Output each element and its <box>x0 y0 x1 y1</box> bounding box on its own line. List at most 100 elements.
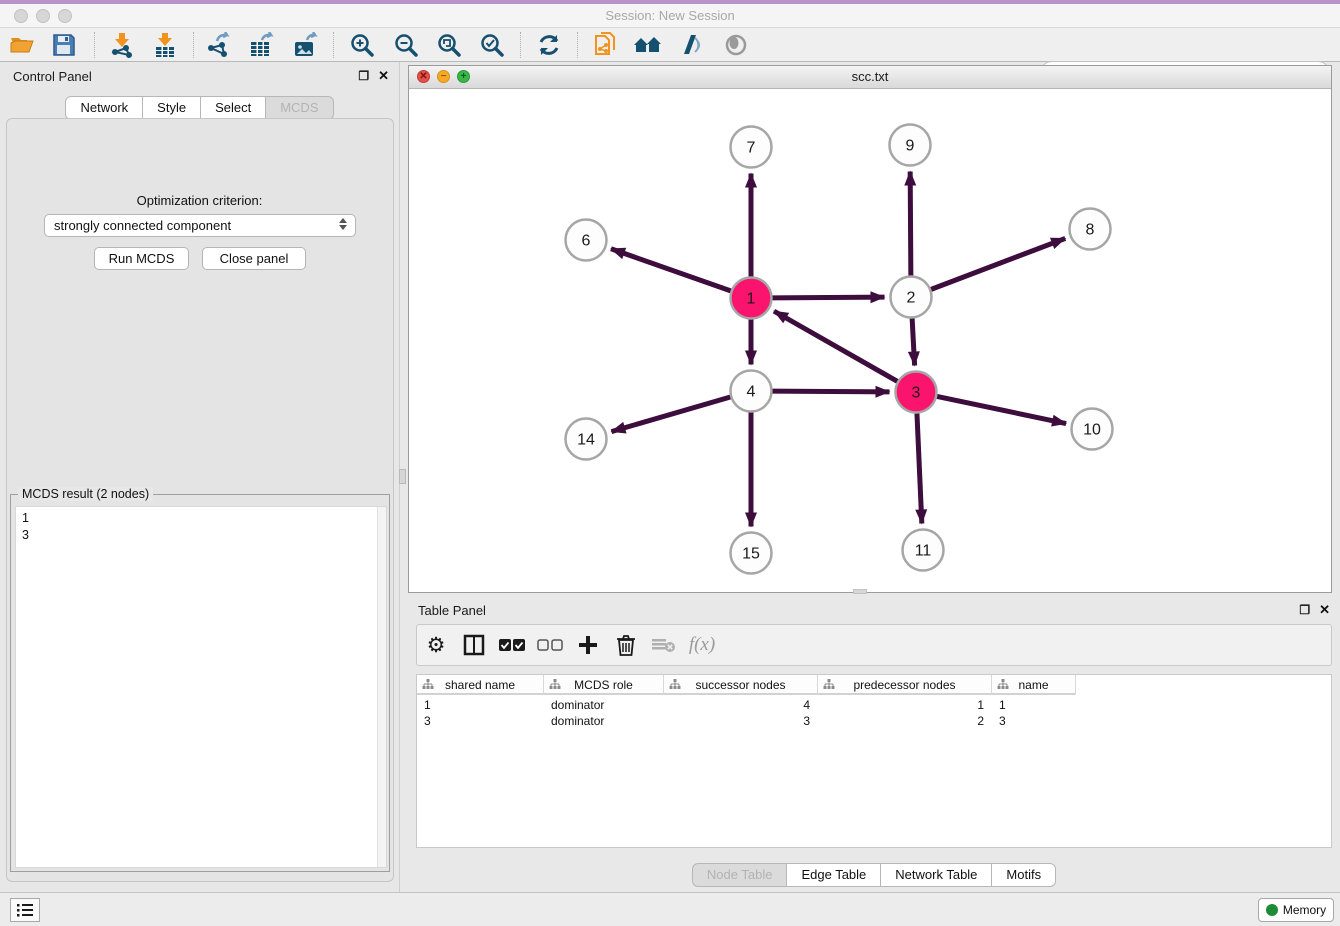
network-canvas[interactable]: 7 9 6 8 1 2 4 3 14 10 15 11 <box>409 89 1331 592</box>
zoom-selected-icon[interactable] <box>477 31 507 59</box>
edge-2-8[interactable] <box>931 238 1065 289</box>
tab-motifs[interactable]: Motifs <box>992 863 1056 887</box>
edge-3-10[interactable] <box>937 396 1066 423</box>
close-panel-button[interactable]: Close panel <box>202 247 306 270</box>
node-14[interactable]: 14 <box>566 419 607 460</box>
splitter-handle-horizontal[interactable] <box>853 589 867 594</box>
tab-network[interactable]: Network <box>65 96 143 120</box>
zoom-fit-icon[interactable] <box>434 31 464 59</box>
memory-button-label: Memory <box>1283 903 1326 917</box>
delete-table-icon[interactable] <box>645 627 683 663</box>
birds-eye-view-icon[interactable] <box>721 31 751 59</box>
edge-3-1[interactable] <box>774 311 897 381</box>
network-window-titlebar[interactable]: ✕ − + scc.txt <box>409 66 1331 89</box>
zoom-out-icon[interactable] <box>391 31 421 59</box>
svg-text:2: 2 <box>907 290 916 307</box>
cell-successor-nodes[interactable]: 4 <box>664 697 818 713</box>
column-header-shared-name[interactable]: shared name <box>417 675 544 695</box>
memory-button[interactable]: Memory <box>1258 898 1334 922</box>
save-session-icon[interactable] <box>49 31 79 59</box>
table-toolbar: ⚙ f(x) <box>416 624 1332 666</box>
edge-3-11[interactable] <box>917 413 922 523</box>
tab-network-table[interactable]: Network Table <box>881 863 992 887</box>
zoom-in-icon[interactable] <box>347 31 377 59</box>
table-row[interactable]: 3dominator323 <box>417 713 1076 729</box>
cell-name[interactable]: 3 <box>992 713 1076 729</box>
tab-node-table[interactable]: Node Table <box>692 863 788 887</box>
splitter-handle-vertical[interactable] <box>399 469 406 484</box>
column-header-MCDS-role[interactable]: MCDS role <box>544 675 664 695</box>
table-panel-title: Table Panel <box>418 603 486 618</box>
node-7[interactable]: 7 <box>731 127 772 168</box>
node-11[interactable]: 11 <box>903 530 944 571</box>
table-row[interactable]: 1dominator411 <box>417 697 1076 713</box>
svg-text:10: 10 <box>1083 422 1101 439</box>
toolbar-separator <box>193 32 194 58</box>
column-header-predecessor-nodes[interactable]: predecessor nodes <box>818 675 992 695</box>
tab-style[interactable]: Style <box>143 96 201 120</box>
edge-1-6[interactable] <box>611 249 731 291</box>
close-table-panel-icon[interactable]: ✕ <box>1319 602 1330 618</box>
import-network-icon[interactable] <box>107 31 137 59</box>
export-table-icon[interactable] <box>246 31 276 59</box>
node-2[interactable]: 2 <box>891 277 932 318</box>
svg-text:7: 7 <box>747 140 756 157</box>
edge-2-3[interactable] <box>912 318 914 365</box>
criterion-dropdown[interactable]: strongly connected component <box>44 214 356 237</box>
svg-text:11: 11 <box>915 543 932 560</box>
hide-labels-icon[interactable] <box>677 31 707 59</box>
tab-edge-table[interactable]: Edge Table <box>787 863 881 887</box>
run-mcds-button[interactable]: Run MCDS <box>94 247 189 270</box>
float-panel-icon[interactable]: ❐ <box>358 69 369 83</box>
float-table-panel-icon[interactable]: ❐ <box>1299 603 1310 617</box>
svg-text:4: 4 <box>747 384 756 401</box>
edge-1-2[interactable] <box>772 297 884 298</box>
node-3[interactable]: 3 <box>896 372 937 413</box>
function-builder-icon[interactable]: f(x) <box>683 627 721 663</box>
tab-select[interactable]: Select <box>201 96 266 120</box>
edge-2-9[interactable] <box>910 171 911 275</box>
deselect-all-icon[interactable] <box>531 627 569 663</box>
open-session-icon[interactable] <box>7 31 37 59</box>
export-network-icon[interactable] <box>203 31 233 59</box>
table-settings-icon[interactable]: ⚙ <box>417 627 455 663</box>
node-8[interactable]: 8 <box>1070 209 1111 250</box>
mcds-result-values: 1 3 <box>22 510 29 544</box>
edge-4-14[interactable] <box>611 397 730 432</box>
cell-successor-nodes[interactable]: 3 <box>664 713 818 729</box>
node-4[interactable]: 4 <box>731 371 772 412</box>
select-all-icon[interactable] <box>493 627 531 663</box>
node-9[interactable]: 9 <box>890 125 931 166</box>
edge-4-3[interactable] <box>772 391 889 392</box>
result-scrollbar[interactable] <box>377 507 386 867</box>
apply-layout-icon[interactable] <box>534 31 564 59</box>
cell-predecessor-nodes[interactable]: 2 <box>818 713 992 729</box>
column-view-icon[interactable] <box>455 627 493 663</box>
cell-shared-name[interactable]: 3 <box>417 713 544 729</box>
node-10[interactable]: 10 <box>1072 409 1113 450</box>
network-graph[interactable]: 7 9 6 8 1 2 4 3 14 10 15 11 <box>409 89 1331 592</box>
toolbar-separator <box>520 32 521 58</box>
column-header-name[interactable]: name <box>992 675 1076 695</box>
cell-name[interactable]: 1 <box>992 697 1076 713</box>
tab-mcds[interactable]: MCDS <box>266 96 333 120</box>
task-history-button[interactable] <box>10 898 40 922</box>
import-table-icon[interactable] <box>150 31 180 59</box>
cell-shared-name[interactable]: 1 <box>417 697 544 713</box>
delete-column-icon[interactable] <box>607 627 645 663</box>
column-type-icon <box>422 679 434 691</box>
export-image-icon[interactable] <box>290 31 320 59</box>
node-1[interactable]: 1 <box>731 278 772 319</box>
node-table: shared nameMCDS rolesuccessor nodesprede… <box>416 674 1332 848</box>
home-network-icon[interactable] <box>633 31 663 59</box>
node-6[interactable]: 6 <box>566 220 607 261</box>
column-header-successor-nodes[interactable]: successor nodes <box>664 675 818 695</box>
add-column-icon[interactable] <box>569 627 607 663</box>
cell-MCDS-role[interactable]: dominator <box>544 697 664 713</box>
mcds-result-textarea[interactable]: 1 3 <box>15 506 387 868</box>
cell-MCDS-role[interactable]: dominator <box>544 713 664 729</box>
clone-network-icon[interactable] <box>590 31 620 59</box>
cell-predecessor-nodes[interactable]: 1 <box>818 697 992 713</box>
close-panel-icon[interactable]: ✕ <box>378 68 389 84</box>
node-15[interactable]: 15 <box>731 533 772 574</box>
